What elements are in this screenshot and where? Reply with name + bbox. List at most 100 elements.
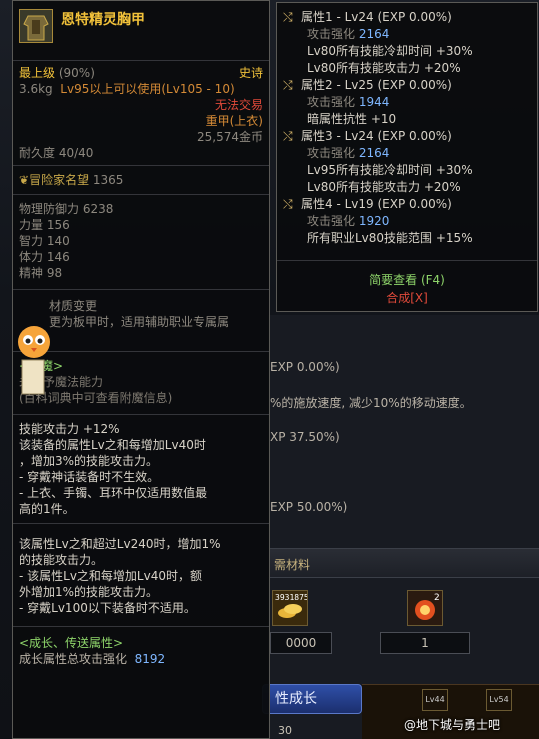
stat-row: 体力 146 — [19, 249, 263, 265]
attribute-header: ⤭ 属性4 - Lv19 (EXP 0.00%) — [283, 196, 531, 213]
attack-boost-label: 攻击强化 — [307, 214, 356, 228]
growth-section: <成长、传送属性> 成长属性总攻击强化 8192 — [13, 627, 269, 671]
shuffle-icon: ⤭ — [283, 78, 293, 92]
attribute-effect: Lv80所有技能冷却时间 +30% — [307, 44, 473, 58]
attack-boost-row: 攻击强化 1920 — [283, 213, 531, 230]
effect-line: 该装备的属性Lv之和每增加Lv40时 — [19, 438, 206, 452]
flame-orb-icon: 2 — [415, 593, 440, 620]
brief-view-link[interactable]: 简要查看 (F4) — [277, 271, 537, 289]
attack-boost-label: 攻击强化 — [307, 146, 356, 160]
bg-number: 30 — [278, 724, 292, 737]
armor-type: 重甲(上衣) — [205, 114, 263, 128]
stat-label: 物理防御力 — [19, 202, 80, 216]
shuffle-icon: ⤭ — [283, 197, 293, 211]
attribute-title: 属性2 - Lv25 (EXP 0.00%) — [301, 78, 452, 92]
effect2-line: 外增加1%的技能攻击力。 — [19, 585, 159, 599]
trade-status: 无法交易 — [214, 98, 263, 112]
bg-text-exp1: EXP 0.00%) — [270, 360, 340, 374]
attribute-effect: 所有职业Lv80技能范围 +15% — [307, 231, 473, 245]
attack-boost-row: 攻击强化 2164 — [283, 145, 531, 162]
attribute-title: 属性4 - Lv19 (EXP 0.00%) — [301, 197, 452, 211]
stat-label: 力量 — [19, 218, 44, 232]
effect2-section: 该属性Lv之和超过Lv240时，增加1% 的技能攻击力。 - 该属性Lv之和每增加L… — [13, 524, 269, 627]
quality-label: 最上级 (90%) — [19, 66, 95, 80]
item-name: 恩特精灵胸甲 — [61, 12, 145, 28]
bg-text-exp3: EXP 50.00%) — [270, 500, 348, 514]
attack-boost-label: 攻击强化 — [307, 27, 356, 41]
growth-title: <成长、传送属性> — [19, 636, 124, 650]
attribute-effect: Lv95所有技能冷却时间 +30% — [307, 163, 473, 177]
stat-label: 智力 — [19, 234, 44, 248]
attribute-title: 属性3 - Lv24 (EXP 0.00%) — [301, 129, 452, 143]
item-icon — [19, 9, 53, 43]
shuffle-icon: ⤭ — [283, 10, 293, 24]
mascot-sticker — [12, 312, 56, 398]
chest-armor-icon — [23, 15, 49, 41]
fame-label: 冒险家名望 — [29, 173, 90, 187]
owl-mascot-icon — [18, 326, 50, 395]
fame-icon: ❦ — [19, 173, 30, 187]
attack-boost-value: 1920 — [358, 214, 390, 228]
effect2-line: 该属性Lv之和超过Lv240时，增加1% — [19, 537, 221, 551]
attribute-header: ⤭ 属性1 - Lv24 (EXP 0.00%) — [283, 9, 531, 26]
bg-text-speed: %的施放速度, 减少10%的移动速度。 — [270, 396, 472, 410]
gold-coins-icon: 3931875 — [275, 593, 309, 618]
attribute-title: 属性1 - Lv24 (EXP 0.00%) — [301, 10, 452, 24]
gold-count-box: 0000 — [270, 632, 332, 654]
svg-text:3931875: 3931875 — [275, 593, 307, 602]
synthesize-link[interactable]: 合成[X] — [277, 289, 537, 307]
effect2-line: - 穿戴Lv100以下装备时不适用。 — [19, 601, 196, 615]
effect2-line: 的技能攻击力。 — [19, 553, 104, 567]
effect-line: 高的1件。 — [19, 502, 75, 516]
background-panel — [268, 315, 539, 739]
fame-value: 1365 — [92, 173, 124, 187]
attack-boost-value: 2164 — [358, 27, 390, 41]
material-title: 材质变更 — [49, 299, 98, 313]
stat-row: 物理防御力 6238 — [19, 201, 263, 217]
materials-title: 需材料 — [274, 558, 311, 572]
material-slot[interactable]: 2 — [407, 590, 443, 626]
material-count-box: 1 — [380, 632, 470, 654]
stat-label: 体力 — [19, 250, 44, 264]
attribute-growth-button[interactable]: 性成长 — [262, 684, 362, 714]
effect2-line: - 该属性Lv之和每增加Lv40时，额 — [19, 569, 202, 583]
rarity-label: 史诗 — [238, 66, 263, 80]
attribute-header: ⤭ 属性2 - Lv25 (EXP 0.00%) — [283, 77, 531, 94]
attribute-effect: Lv80所有技能攻击力 +20% — [307, 180, 461, 194]
stat-value: 98 — [46, 266, 63, 280]
effect-line: 技能攻击力 +12% — [19, 422, 120, 436]
attack-boost-value: 1944 — [358, 95, 390, 109]
durability: 耐久度 40/40 — [19, 146, 94, 160]
inventory-slot-lv54[interactable]: Lv54 — [486, 689, 512, 711]
attack-boost-label: 攻击强化 — [307, 95, 356, 109]
tooltip-links: 简要查看 (F4) 合成[X] — [277, 261, 537, 307]
attack-boost-row: 攻击强化 2164 — [283, 26, 531, 43]
shuffle-icon: ⤭ — [283, 129, 293, 143]
attack-boost-row: 攻击强化 1944 — [283, 94, 531, 111]
bg-text-exp2: XP 37.50%) — [270, 430, 340, 444]
effect-line: - 穿戴神话装备时不生效。 — [19, 470, 160, 484]
gold-coin-slot[interactable]: 3931875 — [272, 590, 309, 626]
watermark: @地下城与勇士吧 — [404, 718, 501, 732]
effect-line: ，增加3%的技能攻击力。 — [19, 454, 159, 468]
effect-section: 技能攻击力 +12% 该装备的属性Lv之和每增加Lv40时 ，增加3%的技能攻击力。… — [13, 415, 269, 524]
attribute-effect: Lv80所有技能攻击力 +20% — [307, 61, 461, 75]
stat-value: 6238 — [82, 202, 114, 216]
attribute-effect: 暗属性抗性 +10 — [307, 112, 397, 126]
tooltip-basic: 最上级 (90%) 史诗 3.6kg Lv95以上可以使用(Lv105 - 10)… — [13, 61, 269, 166]
fame-row: ❦冒险家名望 1365 — [13, 166, 269, 195]
stat-value: 156 — [46, 218, 70, 232]
stat-value: 140 — [46, 234, 70, 248]
svg-text:2: 2 — [434, 593, 440, 603]
tooltip-header: 恩特精灵胸甲 — [13, 1, 269, 61]
inventory-slot-lv44[interactable]: Lv44 — [422, 689, 448, 711]
stats-section: 物理防御力 6238 力量 156 智力 140 体力 146 精神 98 — [13, 195, 269, 290]
attribute-header: ⤭ 属性3 - Lv24 (EXP 0.00%) — [283, 128, 531, 145]
stat-value: 146 — [46, 250, 70, 264]
attack-boost-value: 2164 — [358, 146, 390, 160]
growth-value: 8192 — [134, 652, 166, 666]
material-desc: 更为板甲时，适用辅助职业专属属 — [49, 315, 230, 329]
stat-row: 精神 98 — [19, 265, 263, 281]
growth-label: 成长属性总攻击强化 — [19, 652, 128, 666]
stat-label: 精神 — [19, 266, 44, 280]
